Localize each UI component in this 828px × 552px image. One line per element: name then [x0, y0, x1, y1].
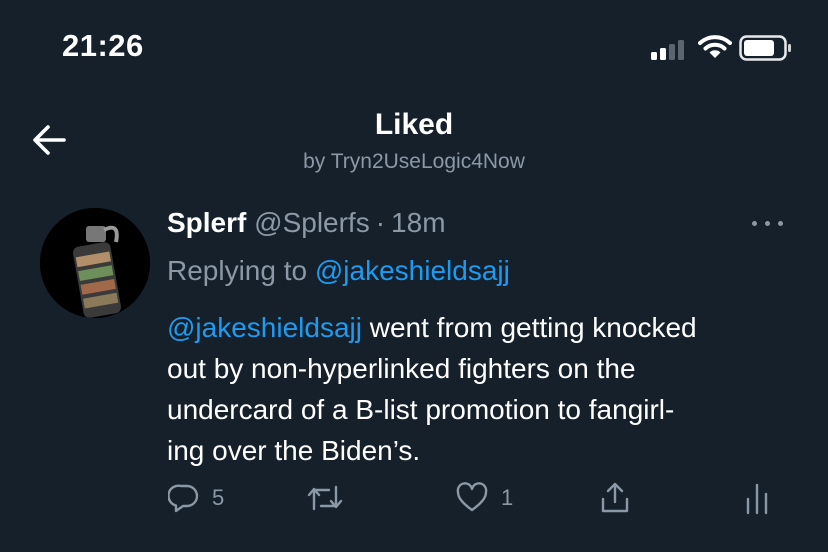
signal-icon — [651, 38, 691, 60]
like-button[interactable]: 1 — [455, 480, 513, 516]
replying-to-mention[interactable]: @jakeshieldsajj — [315, 255, 510, 286]
tweet-time: 18m — [391, 207, 446, 238]
share-icon — [601, 482, 629, 513]
tweet-text-line: @jakeshieldsajj went from getting knocke… — [167, 307, 807, 348]
user-handle[interactable]: @Splerfs — [254, 207, 370, 238]
tweet-text-line2: out by non-hyperlinked fighters on the — [167, 353, 636, 384]
tweet-text-line3: undercard of a B-list promotion to fangi… — [167, 394, 675, 425]
avatar[interactable] — [40, 208, 150, 318]
page-subtitle: by Tryn2UseLogic4Now — [303, 150, 525, 173]
tweet-text-line1-rest: went from getting knocked — [361, 312, 697, 343]
body-mention[interactable]: @jakeshieldsajj — [167, 312, 362, 343]
reply-count: 5 — [212, 485, 225, 510]
tweet-text-line4: ing over the Biden’s. — [167, 435, 421, 466]
like-icon — [456, 482, 488, 512]
like-count: 1 — [501, 485, 514, 510]
tweet-text: @jakeshieldsajj went from getting knocke… — [167, 307, 807, 471]
analytics-icon — [746, 483, 768, 515]
replying-to: Replying to @jakeshieldsajj — [167, 255, 510, 287]
wifi-icon — [698, 35, 732, 58]
separator: · — [375, 207, 386, 238]
replying-to-label: Replying to — [167, 255, 308, 286]
display-name[interactable]: Splerf — [167, 207, 246, 238]
status-bar: 21:26 — [0, 0, 828, 90]
battery-icon — [739, 35, 791, 61]
tweet-header: Splerf @Splerfs · 18m — [167, 207, 446, 239]
tweet-actions: 5 1 — [0, 480, 828, 520]
more-icon[interactable] — [752, 218, 786, 230]
reply-button[interactable]: 5 — [168, 480, 224, 516]
retweet-icon — [307, 485, 343, 511]
retweet-button[interactable] — [305, 480, 345, 516]
page-header: Liked by Tryn2UseLogic4Now — [0, 100, 828, 180]
analytics-button[interactable] — [744, 480, 770, 516]
tweet[interactable]: Splerf @Splerfs · 18m Replying to @jakeshi… — [0, 190, 828, 530]
reply-icon — [168, 484, 199, 513]
page-title: Liked — [374, 108, 454, 141]
share-button[interactable] — [598, 480, 632, 516]
status-time: 21:26 — [62, 28, 144, 63]
